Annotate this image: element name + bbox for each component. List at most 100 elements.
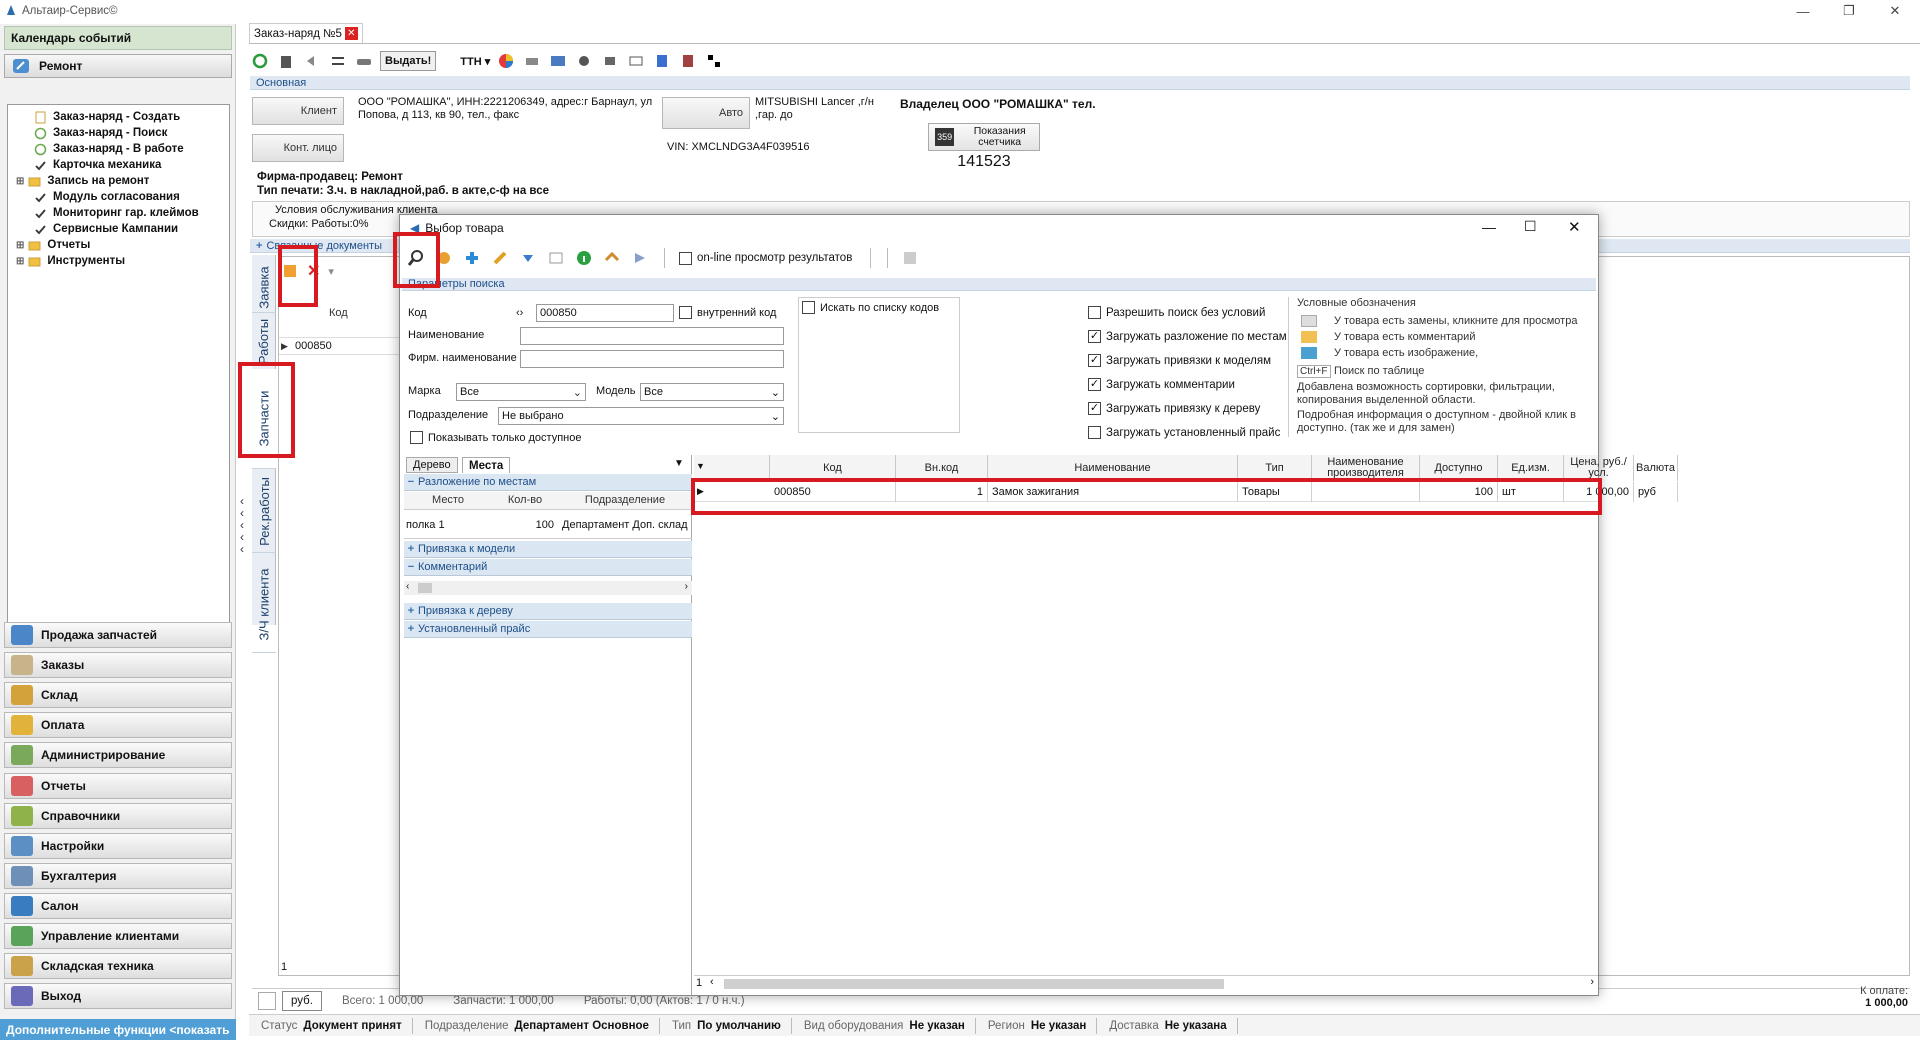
option-box[interactable] [1088, 306, 1101, 319]
maximize-button[interactable]: ❐ [1826, 0, 1872, 22]
nav-button[interactable]: Управление клиентами [4, 923, 232, 949]
nav-button[interactable]: Салон [4, 892, 232, 919]
nav-button[interactable]: Бухгалтерия [4, 862, 232, 889]
firm-name-input[interactable] [520, 350, 784, 368]
option-checkbox[interactable]: Загружать установленный прайс [1088, 426, 1280, 439]
collapse-arrows[interactable]: ‹ ‹ ‹ ‹ ‹ [236, 495, 248, 565]
nav-button[interactable]: Оплата [4, 712, 232, 739]
tree-item[interactable]: Заказ-наряд - Поиск [34, 125, 167, 141]
issue-button[interactable]: Выдать! [380, 51, 437, 71]
kod-input[interactable]: 000850 [536, 304, 674, 322]
brand-select[interactable]: Все ⌄ [456, 383, 586, 401]
tree-item[interactable]: Заказ-наряд - В работе [34, 141, 184, 157]
name-input[interactable] [520, 327, 784, 345]
dropdown-arrow-icon[interactable]: ▾ [328, 265, 334, 278]
internal-code-box[interactable] [679, 306, 692, 319]
refresh-icon[interactable] [250, 51, 270, 71]
cart-icon[interactable] [602, 248, 622, 268]
grid-col-header[interactable]: Валюта [1634, 455, 1678, 481]
qr-icon[interactable] [704, 51, 724, 71]
ttn-button[interactable]: ТТН ▾ [460, 55, 490, 68]
header-filter-icon[interactable]: ▼ [696, 461, 705, 471]
results-scrollbar[interactable]: 1 ‹ › [694, 975, 1598, 991]
preview-icon[interactable] [900, 248, 920, 268]
doc-grid-row[interactable]: ▶ 000850 [279, 337, 399, 355]
comment-scrollbar[interactable]: ‹ › [404, 581, 692, 595]
online-preview-checkbox[interactable]: on-line просмотр результатов [679, 251, 852, 265]
dialog-minimize-button[interactable]: — [1482, 219, 1496, 235]
transfer-icon[interactable] [328, 51, 348, 71]
vtab[interactable]: З/Ч клиента [252, 557, 276, 653]
nav-button[interactable]: Отчеты [4, 772, 232, 799]
columns-icon[interactable] [546, 248, 566, 268]
section-repair[interactable]: Ремонт [4, 54, 232, 78]
option-checkbox[interactable]: ✓ Загружать комментарии [1088, 378, 1235, 391]
tree-item[interactable]: ⊞ Запись на ремонт [16, 173, 149, 189]
auto-button[interactable]: Авто [662, 97, 750, 129]
tab-order[interactable]: Заказ-наряд №5 ✕ [249, 23, 363, 43]
color-wheel-icon[interactable] [496, 51, 516, 71]
option-checkbox[interactable]: ✓ Загружать привязки к моделям [1088, 354, 1271, 367]
code-list-box[interactable]: Искать по списку кодов [798, 297, 960, 433]
option-box[interactable]: ✓ [1088, 402, 1101, 415]
section-main-header[interactable]: Основная [250, 76, 1910, 90]
tab-close-icon[interactable]: ✕ [344, 27, 358, 40]
nav-button[interactable]: Справочники [4, 802, 232, 829]
edit-item-icon[interactable] [490, 248, 510, 268]
car-icon[interactable] [354, 51, 374, 71]
expand-icon[interactable]: ⊞ [16, 256, 24, 267]
expand-icon[interactable]: ⊞ [16, 240, 24, 251]
info-icon[interactable] [574, 248, 594, 268]
search-by-list-box[interactable] [802, 301, 815, 314]
more-functions-link[interactable]: Дополнительные функции <показать [0, 1019, 236, 1040]
dialog-maximize-button[interactable]: ☐ [1524, 218, 1537, 235]
dept-select[interactable]: Не выбрано ⌄ [498, 407, 784, 425]
nav-button[interactable]: Продажа запчастей [4, 622, 232, 648]
expand-icon[interactable]: ⊞ [16, 176, 24, 187]
report-icon[interactable] [678, 51, 698, 71]
side-tabs-dropdown-icon[interactable]: ▼ [674, 458, 684, 469]
tree-item[interactable]: Карточка механика [34, 157, 161, 173]
option-box[interactable] [1088, 426, 1101, 439]
table-icon[interactable] [548, 51, 568, 71]
calendar-header[interactable]: Календарь событий [4, 26, 232, 50]
internal-code-checkbox[interactable]: внутренний код [679, 306, 776, 319]
model-select[interactable]: Все ⌄ [640, 383, 784, 401]
only-available-checkbox[interactable]: Показывать только доступное [410, 431, 581, 444]
tab-tree[interactable]: Дерево [406, 457, 458, 473]
kod-arrows-icon[interactable]: ‹› [516, 307, 523, 319]
tree-item[interactable]: Мониторинг гар. клеймов [34, 205, 199, 221]
option-checkbox[interactable]: ✓ Загружать разложение по местам [1088, 330, 1287, 343]
places-section[interactable]: − Разложение по местам [404, 474, 692, 491]
export-icon[interactable] [652, 51, 672, 71]
delete-icon[interactable] [276, 51, 296, 71]
option-checkbox[interactable]: Разрешить поиск без условий [1088, 306, 1265, 319]
tools-icon[interactable] [600, 51, 620, 71]
option-box[interactable]: ✓ [1088, 378, 1101, 391]
vtab[interactable]: Рек.работы [252, 471, 276, 553]
comment-section[interactable]: − Комментарий [404, 559, 692, 576]
close-button[interactable]: ✕ [1872, 0, 1918, 22]
nav-button[interactable]: Администрирование [4, 742, 232, 769]
option-box[interactable]: ✓ [1088, 354, 1101, 367]
option-box[interactable]: ✓ [1088, 330, 1101, 343]
tree-bind-section[interactable]: + Привязка к дереву [404, 603, 692, 620]
online-preview-box[interactable] [679, 251, 692, 265]
price-section[interactable]: + Установленный прайс [404, 621, 692, 638]
back-icon[interactable] [302, 51, 322, 71]
nav-button[interactable]: Складская техника [4, 953, 232, 980]
minimize-button[interactable]: — [1780, 0, 1826, 22]
print-icon[interactable] [522, 51, 542, 71]
tab-places[interactable]: Места [462, 457, 511, 473]
dialog-close-button[interactable]: ✕ [1568, 218, 1581, 236]
settings-icon[interactable] [574, 51, 594, 71]
places-row[interactable]: полка 1 100 Департамент Доп. склад [404, 511, 692, 539]
nav-button[interactable]: Заказы [4, 652, 232, 679]
tree-item[interactable]: ⊞ Инструменты [16, 253, 125, 269]
tree-item[interactable]: Заказ-наряд - Создать [34, 109, 180, 125]
nav-button[interactable]: Выход [4, 983, 232, 1010]
option-checkbox[interactable]: ✓ Загружать привязку к дереву [1088, 402, 1260, 415]
download-icon[interactable] [518, 248, 538, 268]
only-available-box[interactable] [410, 431, 423, 444]
nav-button[interactable]: Настройки [4, 832, 232, 859]
